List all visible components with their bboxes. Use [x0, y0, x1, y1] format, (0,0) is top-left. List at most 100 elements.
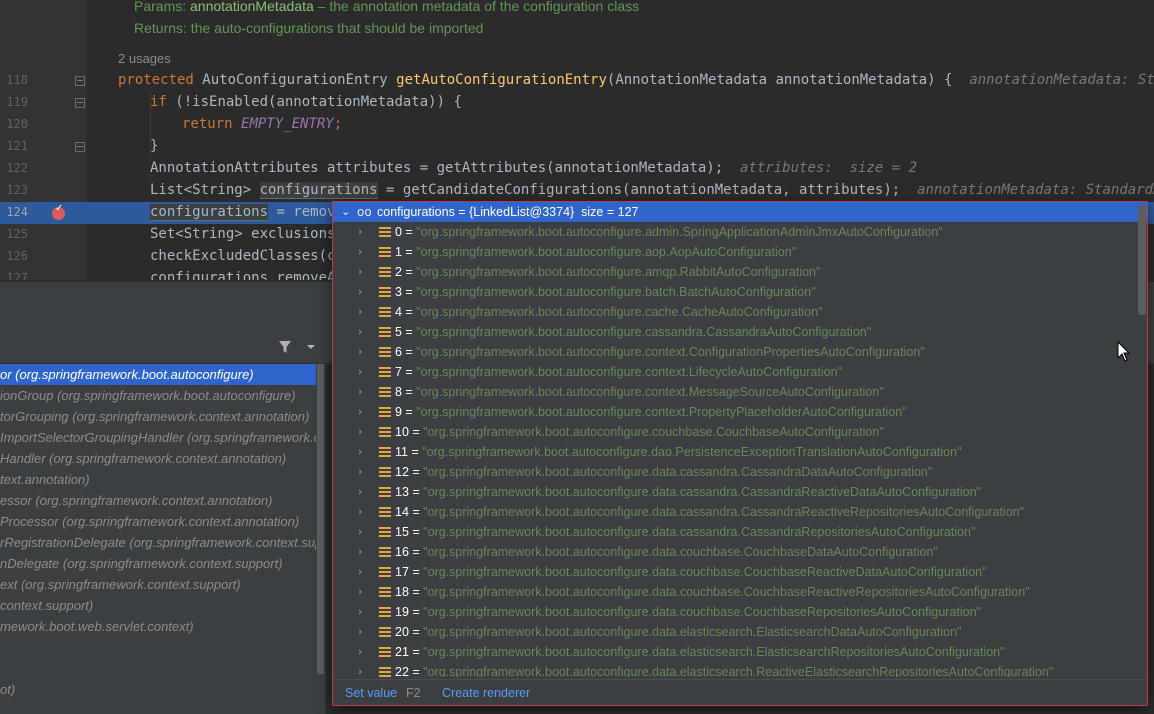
list-item[interactable]: › 12 = "org.springframework.boot.autoconf…: [333, 462, 1133, 482]
frame-item[interactable]: Handler (org.springframework.context.ann…: [0, 448, 316, 469]
list-item[interactable]: › 14 = "org.springframework.boot.autoconf…: [333, 502, 1133, 522]
frame-item[interactable]: rRegistrationDelegate (org.springframewo…: [0, 532, 316, 553]
frame-item[interactable]: context.support): [0, 595, 316, 616]
list-item[interactable]: › 15 = "org.springframework.boot.autoconf…: [333, 522, 1133, 542]
code-line-119[interactable]: 119 if (!isEnabled(annotationMetadata)) …: [0, 92, 1154, 114]
popup-scrollbar[interactable]: [1138, 205, 1146, 315]
field-list-icon: [379, 647, 391, 657]
list-item[interactable]: › 0 = "org.springframework.boot.autoconfi…: [333, 222, 1133, 242]
code-line-120[interactable]: 120 return EMPTY_ENTRY;: [0, 114, 1154, 136]
expand-chevron-icon[interactable]: ›: [358, 422, 362, 442]
expand-chevron-icon[interactable]: ›: [358, 522, 362, 542]
collapse-chevron-icon[interactable]: ⌄: [341, 202, 350, 222]
list-item[interactable]: › 1 = "org.springframework.boot.autoconfi…: [333, 242, 1133, 262]
field-list-icon: [379, 527, 391, 537]
popup-header-row[interactable]: ⌄ oo configurations = {LinkedList@3374} …: [333, 202, 1147, 222]
expand-chevron-icon[interactable]: ›: [358, 282, 362, 302]
code-line-123[interactable]: 123 List<String> configurations = getCan…: [0, 180, 1154, 202]
list-item[interactable]: › 17 = "org.springframework.boot.autoconf…: [333, 562, 1133, 582]
expand-chevron-icon[interactable]: ›: [358, 502, 362, 522]
expand-chevron-icon[interactable]: ›: [358, 242, 362, 262]
expand-chevron-icon[interactable]: ›: [358, 382, 362, 402]
create-renderer-link[interactable]: Create renderer: [442, 680, 530, 705]
field-list-icon: [379, 607, 391, 617]
list-item[interactable]: › 19 = "org.springframework.boot.autoconf…: [333, 602, 1133, 622]
expand-chevron-icon[interactable]: ›: [358, 302, 362, 322]
frames-scrollbar[interactable]: [317, 364, 324, 674]
frame-item[interactable]: text.annotation): [0, 469, 316, 490]
line-number: 121: [6, 139, 28, 153]
code-line-122[interactable]: 122 AnnotationAttributes attributes = ge…: [0, 158, 1154, 180]
line-number: 125: [6, 227, 28, 241]
expand-chevron-icon[interactable]: ›: [358, 342, 362, 362]
fold-marker-icon[interactable]: [75, 76, 85, 86]
expand-chevron-icon[interactable]: ›: [358, 562, 362, 582]
javadoc-params-label: Params:: [134, 0, 187, 14]
list-item[interactable]: › 11 = "org.springframework.boot.autoconf…: [333, 442, 1133, 462]
frame-item[interactable]: essor (org.springframework.context.annot…: [0, 490, 316, 511]
line-number: 127: [6, 271, 28, 280]
breakpoint-icon[interactable]: [52, 203, 65, 220]
expand-chevron-icon[interactable]: ›: [358, 602, 362, 622]
frame-item[interactable]: torGrouping (org.springframework.context…: [0, 406, 316, 427]
javadoc-params: Params: annotationMetadata – the annotat…: [134, 0, 639, 14]
list-item[interactable]: › 10 = "org.springframework.boot.autoconf…: [333, 422, 1133, 442]
list-item[interactable]: › 4 = "org.springframework.boot.autoconfi…: [333, 302, 1133, 322]
inline-debug-hint: annotationMetadata: StandardAnnotat: [969, 72, 1154, 88]
filter-icon[interactable]: [278, 340, 292, 354]
expand-chevron-icon[interactable]: ›: [358, 542, 362, 562]
field-list-icon: [379, 427, 391, 437]
frame-item[interactable]: ionGroup (org.springframework.boot.autoc…: [0, 385, 316, 406]
expand-chevron-icon[interactable]: ›: [358, 462, 362, 482]
code-line-118[interactable]: 118 protected AutoConfigurationEntry get…: [0, 70, 1154, 92]
field-list-icon: [379, 447, 391, 457]
frame-item[interactable]: Processor (org.springframework.context.a…: [0, 511, 316, 532]
list-item[interactable]: › 16 = "org.springframework.boot.autoconf…: [333, 542, 1133, 562]
frame-item-selected[interactable]: or (org.springframework.boot.autoconfigu…: [0, 364, 316, 385]
expand-chevron-icon[interactable]: ›: [358, 402, 362, 422]
fold-marker-icon[interactable]: [75, 142, 85, 152]
frames-list[interactable]: or (org.springframework.boot.autoconfigu…: [0, 364, 316, 714]
inline-debug-hint: annotationMetadata: StandardAnnota: [917, 182, 1154, 198]
frame-item[interactable]: ImportSelectorGroupingHandler (org.sprin…: [0, 427, 316, 448]
list-item[interactable]: › 22 = "org.springframework.boot.autoconf…: [333, 662, 1133, 677]
expand-chevron-icon[interactable]: ›: [358, 642, 362, 662]
frame-item[interactable]: nDelegate (org.springframework.context.s…: [0, 553, 316, 574]
field-list-icon: [379, 327, 391, 337]
fold-marker-icon[interactable]: [75, 98, 85, 108]
list-item[interactable]: › 6 = "org.springframework.boot.autoconfi…: [333, 342, 1133, 362]
expand-chevron-icon[interactable]: ›: [358, 222, 362, 242]
list-item[interactable]: › 3 = "org.springframework.boot.autoconfi…: [333, 282, 1133, 302]
list-item[interactable]: › 9 = "org.springframework.boot.autoconfi…: [333, 402, 1133, 422]
line-number: 126: [6, 249, 28, 263]
code-text: AnnotationAttributes attributes = getAtt…: [150, 160, 918, 176]
line-number: 118: [6, 73, 28, 87]
list-item[interactable]: › 13 = "org.springframework.boot.autoconf…: [333, 482, 1133, 502]
list-item[interactable]: › 8 = "org.springframework.boot.autoconfi…: [333, 382, 1133, 402]
frame-item[interactable]: mework.boot.web.servlet.context): [0, 616, 316, 637]
expand-chevron-icon[interactable]: ›: [358, 662, 362, 677]
list-item[interactable]: › 21 = "org.springframework.boot.autoconf…: [333, 642, 1133, 662]
list-item[interactable]: › 18 = "org.springframework.boot.autoconf…: [333, 582, 1133, 602]
dropdown-icon[interactable]: [306, 342, 316, 352]
list-item[interactable]: › 20 = "org.springframework.boot.autoconf…: [333, 622, 1133, 642]
variable-value-popup[interactable]: ⌄ oo configurations = {LinkedList@3374} …: [332, 201, 1148, 706]
expand-chevron-icon[interactable]: ›: [358, 322, 362, 342]
popup-items-list[interactable]: › 0 = "org.springframework.boot.autoconfi…: [333, 222, 1133, 677]
expand-chevron-icon[interactable]: ›: [358, 262, 362, 282]
code-line-121[interactable]: 121 }: [0, 136, 1154, 158]
expand-chevron-icon[interactable]: ›: [358, 582, 362, 602]
frame-item[interactable]: ext (org.springframework.context.support…: [0, 574, 316, 595]
list-item[interactable]: › 2 = "org.springframework.boot.autoconfi…: [333, 262, 1133, 282]
line-number: 122: [6, 161, 28, 175]
set-value-link[interactable]: Set value: [345, 680, 397, 705]
list-item[interactable]: › 7 = "org.springframework.boot.autoconfi…: [333, 362, 1133, 382]
frame-item[interactable]: ot): [0, 679, 316, 700]
javadoc-returns: Returns: the auto-configurations that sh…: [134, 20, 484, 36]
expand-chevron-icon[interactable]: ›: [358, 442, 362, 462]
expand-chevron-icon[interactable]: ›: [358, 362, 362, 382]
list-item[interactable]: › 5 = "org.springframework.boot.autoconfi…: [333, 322, 1133, 342]
expand-chevron-icon[interactable]: ›: [358, 622, 362, 642]
usages-link[interactable]: 2 usages: [118, 51, 171, 66]
expand-chevron-icon[interactable]: ›: [358, 482, 362, 502]
